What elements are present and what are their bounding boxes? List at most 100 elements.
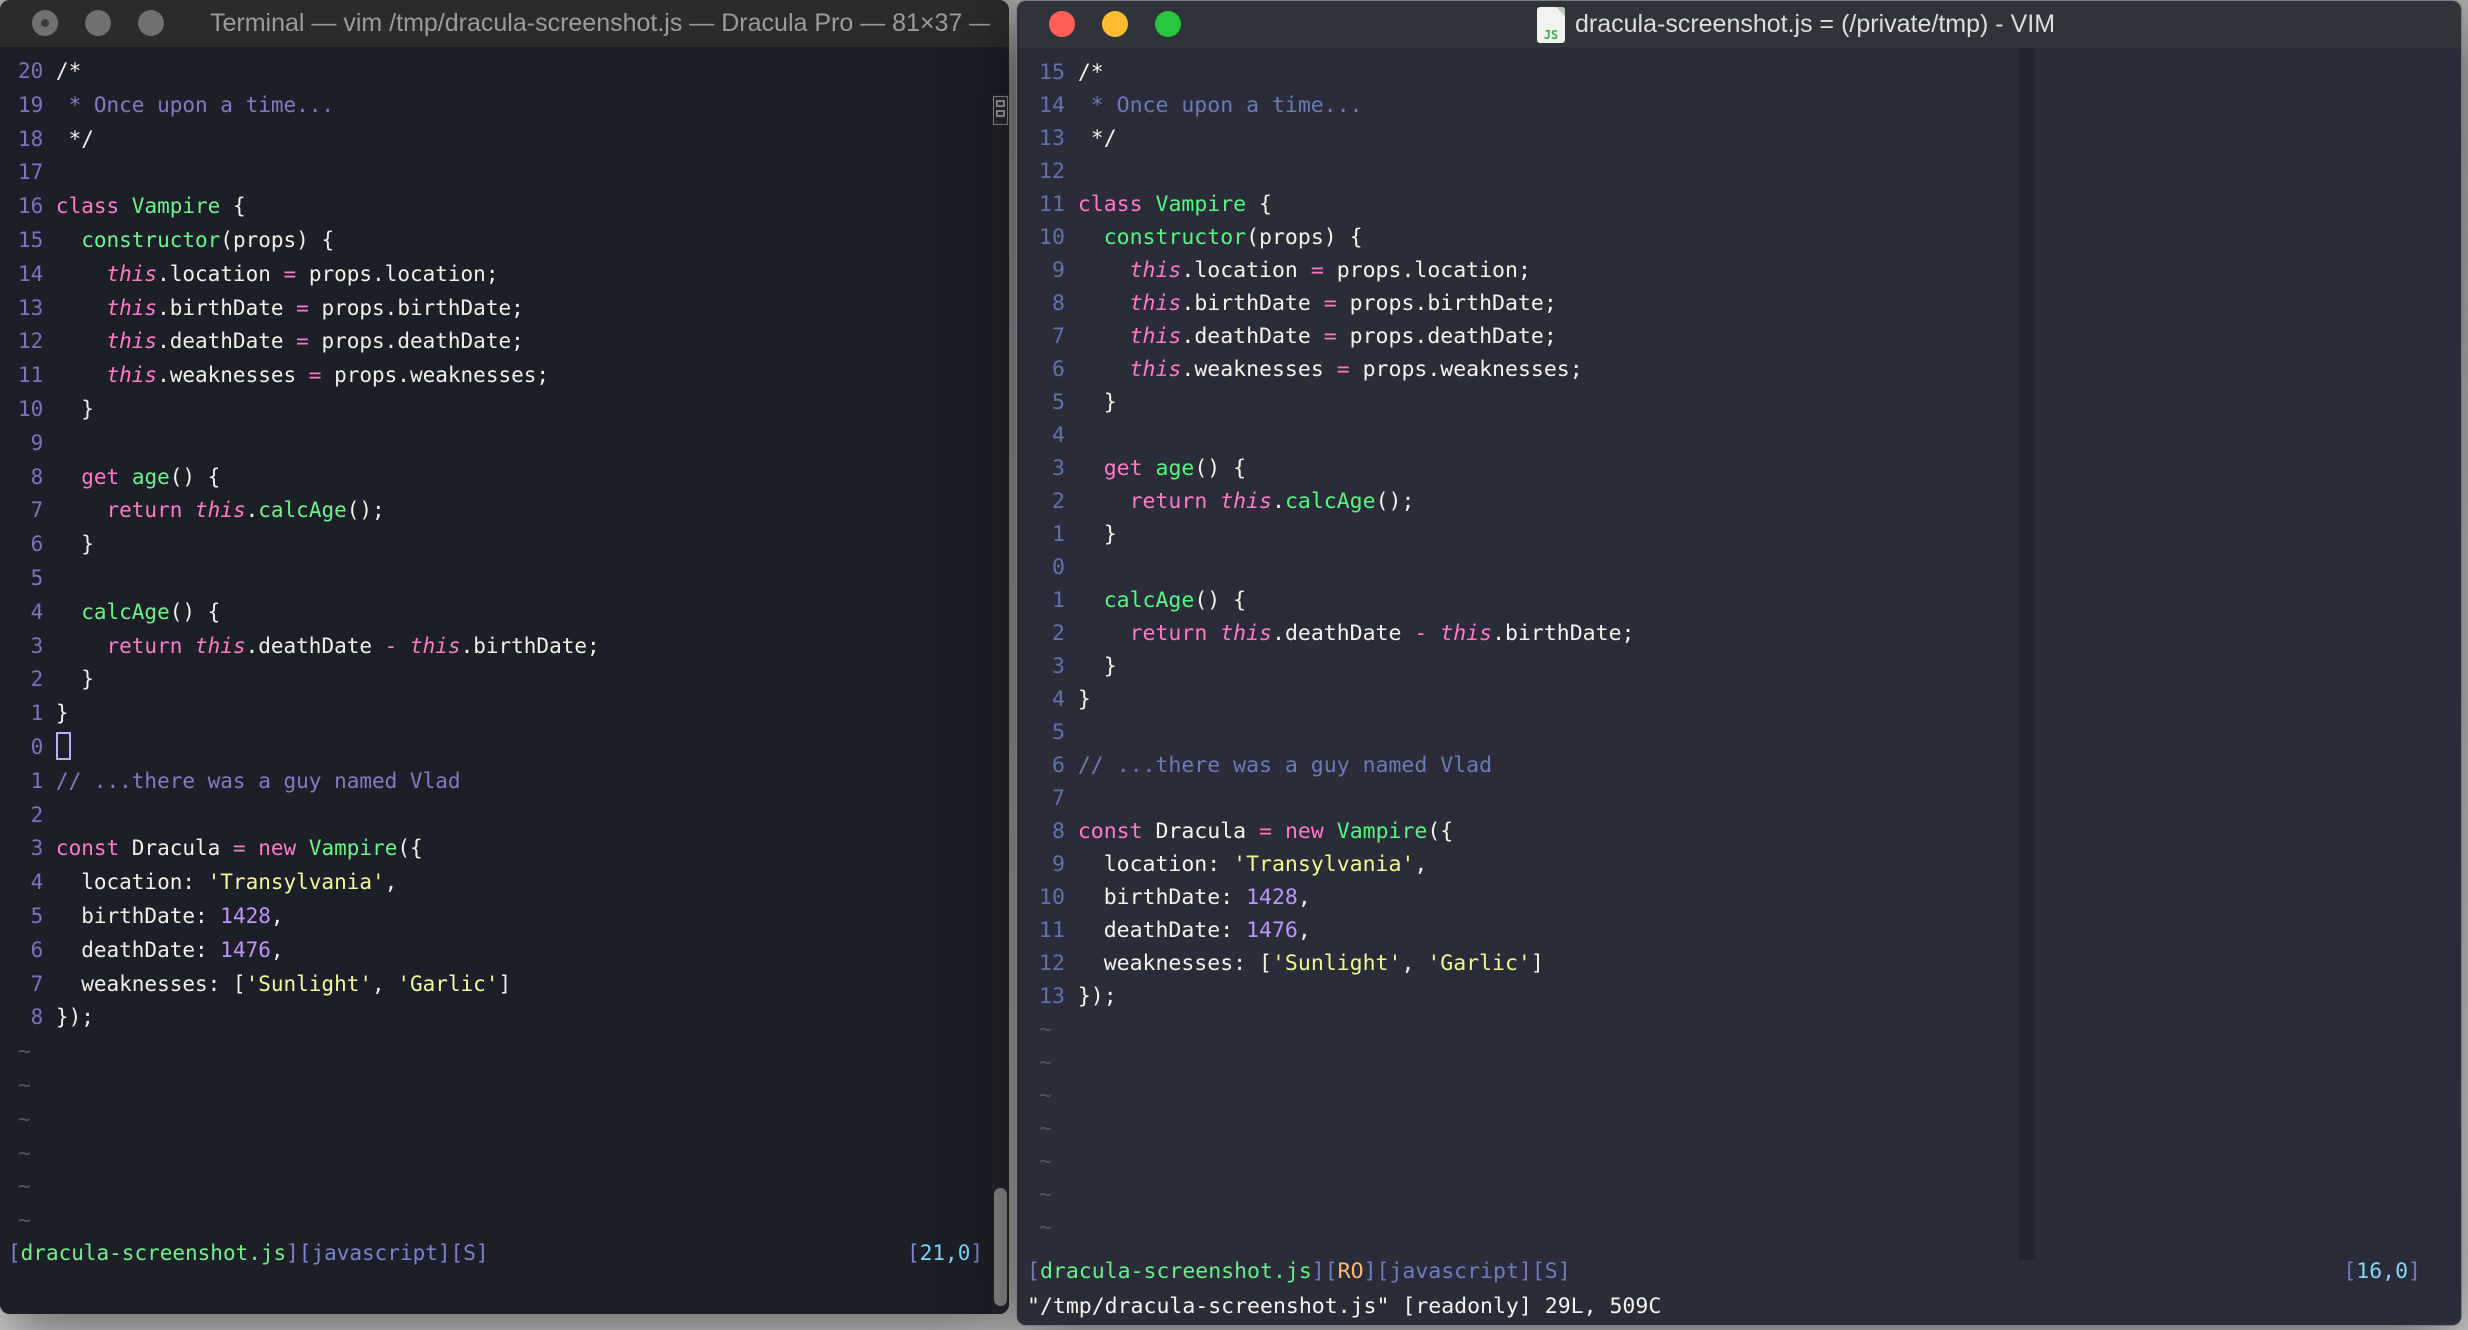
code-token: this: [1129, 324, 1182, 349]
code-token: props.deathDate;: [308, 329, 524, 354]
close-button[interactable]: [32, 10, 58, 36]
vim-statusline: [dracula-screenshot.js][RO][javascript][…: [1027, 1255, 2421, 1289]
line-number: 2: [1039, 621, 1065, 646]
filler-tilde-line: ~: [18, 1035, 1009, 1069]
line-number: 2: [18, 667, 44, 692]
filler-tilde-line: ~: [1039, 1178, 2461, 1211]
code-token: get: [81, 464, 120, 489]
terminal-titlebar[interactable]: Terminal — vim /tmp/dracula-screenshot.j…: [0, 0, 1009, 48]
close-button[interactable]: [1049, 11, 1075, 37]
code-token: ]: [498, 971, 512, 996]
code-line: 2 return this.deathDate - this.birthDate…: [1039, 617, 2461, 650]
code-area[interactable]: 20/* 19 * Once upon a time... 18 */17 16 cla…: [0, 47, 1009, 1238]
macvim-content[interactable]: 15/* 14 * Once upon a time... 13 */12 11 cla…: [1017, 48, 2461, 1325]
code-token: -: [384, 633, 398, 658]
line-number: 0: [1039, 555, 1065, 580]
code-line: 1 // ...there was a guy named Vlad: [18, 765, 1009, 799]
code-token: weaknesses: [: [1077, 951, 1272, 976]
code-line: 9 location: 'Transylvania',: [1039, 848, 2461, 881]
code-token: ,: [1401, 951, 1428, 976]
code-line: 14 * Once upon a time...: [1039, 89, 2461, 122]
code-line: 8});: [18, 1001, 1009, 1035]
code-token: * Once upon a time...: [55, 92, 335, 117]
code-token: this: [1440, 621, 1493, 646]
code-token: =: [1259, 819, 1272, 844]
code-token: ~: [1039, 1182, 1052, 1207]
terminal-content[interactable]: 20/* 19 * Once upon a time... 18 */17 16 cla…: [0, 47, 1009, 1314]
split-icon: [996, 110, 1005, 117]
code-token: =: [1310, 258, 1324, 283]
zoom-button[interactable]: [1155, 11, 1181, 37]
code-token: .location: [157, 261, 284, 286]
code-token: // ...there was a guy named Vlad: [55, 768, 461, 793]
code-token: 'Transylvania': [207, 870, 385, 895]
code-token: /*: [55, 59, 82, 83]
line-number: 1: [1039, 522, 1065, 547]
code-line: 3 const Dracula = new Vampire({: [18, 832, 1009, 866]
code-token: ]: [1557, 1259, 1571, 1284]
macvim-titlebar[interactable]: JS dracula-screenshot.js = (/private/tmp…: [1017, 1, 2461, 49]
code-token: age: [131, 464, 170, 489]
code-token: 'Sunlight': [245, 971, 373, 996]
code-token: props.birthDate;: [1336, 291, 1557, 316]
code-line: 13});: [1039, 980, 2461, 1013]
line-number: 13: [1039, 984, 1065, 1009]
code-line: 12 weaknesses: ['Sunlight', 'Garlic']: [1039, 947, 2461, 980]
minimize-button[interactable]: [85, 10, 111, 36]
code-line: 11 deathDate: 1476,: [1039, 914, 2461, 947]
line-number: 3: [18, 836, 44, 861]
line-number: 4: [1039, 423, 1065, 448]
code-token: */: [55, 126, 94, 151]
code-line: 4: [1039, 419, 2461, 452]
line-number: 3: [1039, 456, 1065, 481]
code-token: ~: [1039, 1149, 1052, 1174]
code-line: 12 this.deathDate = props.deathDate;: [18, 325, 1009, 359]
scrollbar-track[interactable]: [992, 94, 1009, 1314]
code-token: ,: [384, 870, 398, 895]
line-number: 7: [18, 498, 44, 523]
code-token: ~: [18, 1208, 31, 1233]
code-token: ,: [1297, 918, 1311, 943]
code-token: ~: [18, 1072, 31, 1097]
line-number: 7: [18, 971, 44, 996]
code-token: 1428: [220, 903, 271, 928]
code-line: 17: [18, 156, 1009, 190]
minimize-button[interactable]: [1102, 11, 1128, 37]
scrollbar-thumb[interactable]: [994, 1188, 1007, 1306]
code-token: return: [106, 498, 183, 523]
code-line: 4}: [1039, 683, 2461, 716]
code-token: (props) {: [220, 227, 335, 252]
code-token: =: [1323, 291, 1337, 316]
filler-tilde-line: ~: [1039, 1145, 2461, 1178]
js-file-icon[interactable]: JS: [1537, 6, 1565, 43]
split-pane-button[interactable]: [993, 96, 1008, 125]
code-token: this: [106, 261, 158, 286]
code-line: 2: [18, 799, 1009, 833]
code-token: class: [1077, 192, 1143, 217]
line-number: 13: [18, 295, 44, 320]
code-token: });: [55, 1005, 94, 1030]
title-group: JS dracula-screenshot.js = (/private/tmp…: [1537, 1, 2055, 48]
code-line: 3 }: [1039, 650, 2461, 683]
code-line: 7 return this.calcAge();: [18, 494, 1009, 528]
code-token: =: [1336, 357, 1350, 382]
code-area[interactable]: 15/* 14 * Once upon a time... 13 */12 11 cla…: [1017, 48, 2461, 1244]
zoom-button[interactable]: [138, 10, 164, 36]
code-line: 5 birthDate: 1428,: [18, 900, 1009, 934]
code-token: calcAge: [81, 599, 170, 624]
code-line: 6 }: [18, 528, 1009, 562]
code-token: (props) {: [1246, 225, 1363, 250]
code-line: 0: [18, 731, 1009, 765]
line-number: 7: [1039, 324, 1065, 349]
code-token: =: [1323, 324, 1337, 349]
line-number: 3: [1039, 654, 1065, 679]
